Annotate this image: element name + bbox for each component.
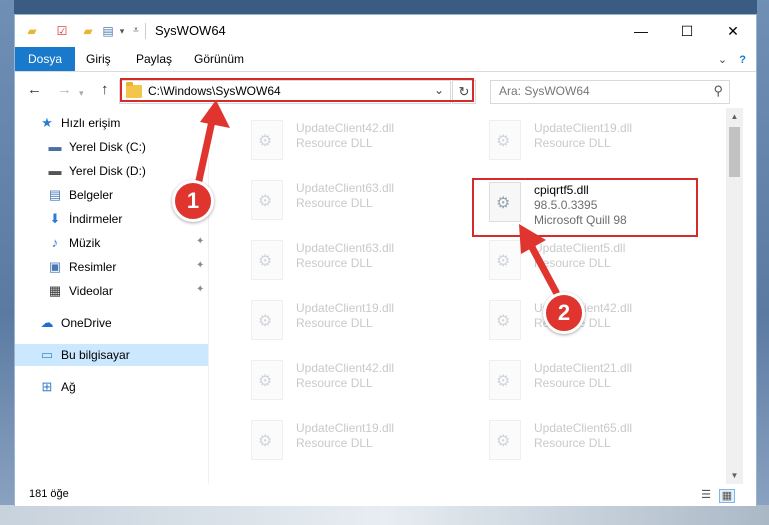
annotation-arrows <box>194 100 560 296</box>
arrow-1 <box>194 100 230 189</box>
arrow-2 <box>519 224 560 296</box>
step-badge-2: 2 <box>543 292 585 334</box>
step-badge-1: 1 <box>172 180 214 222</box>
